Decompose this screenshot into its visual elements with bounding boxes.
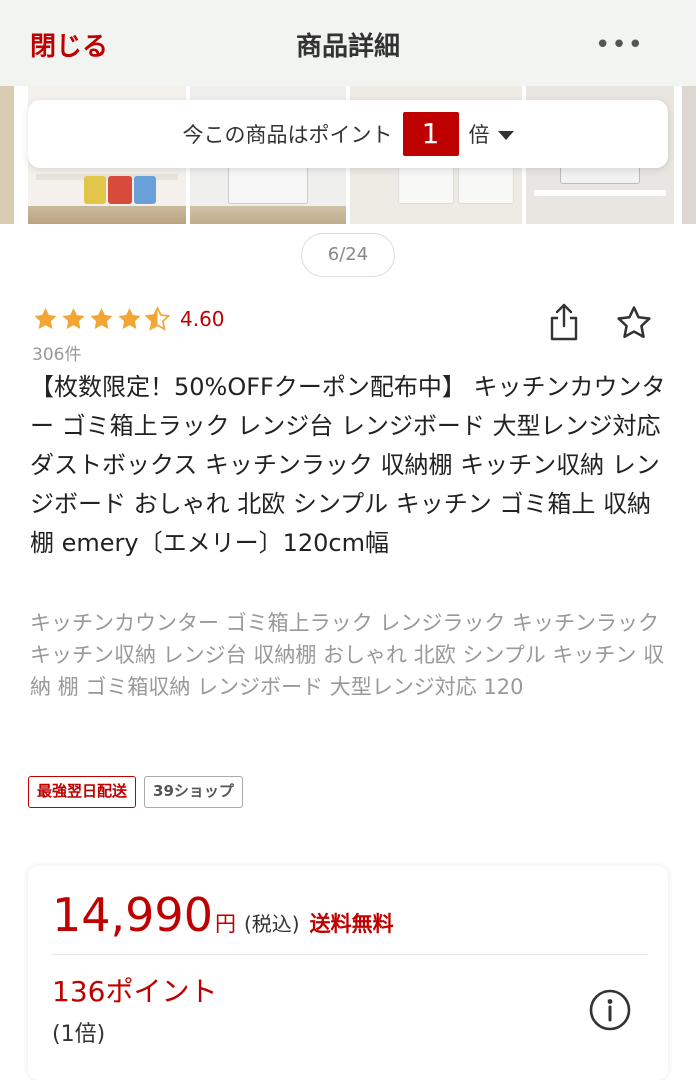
points-amount: 136ポイント — [52, 975, 218, 1008]
product-title: 【枚数限定！50%OFFクーポン配布中】 キッチンカウンター ゴミ箱上ラック レ… — [30, 373, 666, 557]
tax-note: (税込) — [243, 912, 300, 936]
points-campaign-banner[interactable]: 今この商品はポイント 1 倍 — [28, 100, 668, 168]
product-image[interactable] — [682, 86, 696, 224]
price-card: 14,990 円 (税込) 送料無料 136ポイント (1倍) — [28, 866, 668, 1080]
rating-stars[interactable]: 4.60 — [32, 306, 225, 332]
product-catch-copy: キッチンカウンター ゴミ箱上ラック レンジラック キッチンラック キッチン収納 … — [30, 611, 665, 699]
review-count[interactable]: 306件 — [32, 340, 81, 365]
free-shipping-label: 送料無料 — [309, 912, 394, 936]
top-bar: 閉じる 商品詳細 ••• — [0, 0, 696, 86]
price-amount: 14,990 — [52, 888, 213, 942]
divider — [52, 954, 648, 955]
points-banner-label: 今この商品はポイント — [182, 123, 393, 147]
points-multiplier-note: (1倍) — [52, 1022, 106, 1047]
star-icon — [62, 307, 85, 329]
price-row: 14,990 円 (税込) 送料無料 — [52, 888, 394, 942]
product-image[interactable] — [0, 86, 14, 224]
points-multiplier-unit: 倍 — [468, 123, 490, 147]
star-icon — [90, 307, 113, 329]
chevron-down-icon[interactable] — [497, 130, 514, 140]
rating-value: 4.60 — [180, 307, 225, 331]
star-icon — [118, 307, 141, 329]
more-options-icon[interactable]: ••• — [595, 30, 644, 60]
half-star-icon — [144, 306, 171, 331]
price-currency: 円 — [214, 912, 236, 936]
share-icon[interactable] — [548, 302, 580, 342]
page-title: 商品詳細 — [295, 32, 400, 62]
fast-delivery-badge[interactable]: 最強翌日配送 — [28, 776, 137, 808]
favorite-star-icon[interactable] — [615, 304, 653, 342]
info-icon[interactable] — [588, 988, 632, 1032]
product-tags: 最強翌日配送 39ショップ — [28, 776, 251, 808]
image-counter: 6/24 — [301, 233, 395, 277]
points-multiplier-badge: 1 — [402, 112, 459, 156]
39-shop-badge[interactable]: 39ショップ — [144, 776, 243, 808]
star-icon — [34, 307, 57, 329]
